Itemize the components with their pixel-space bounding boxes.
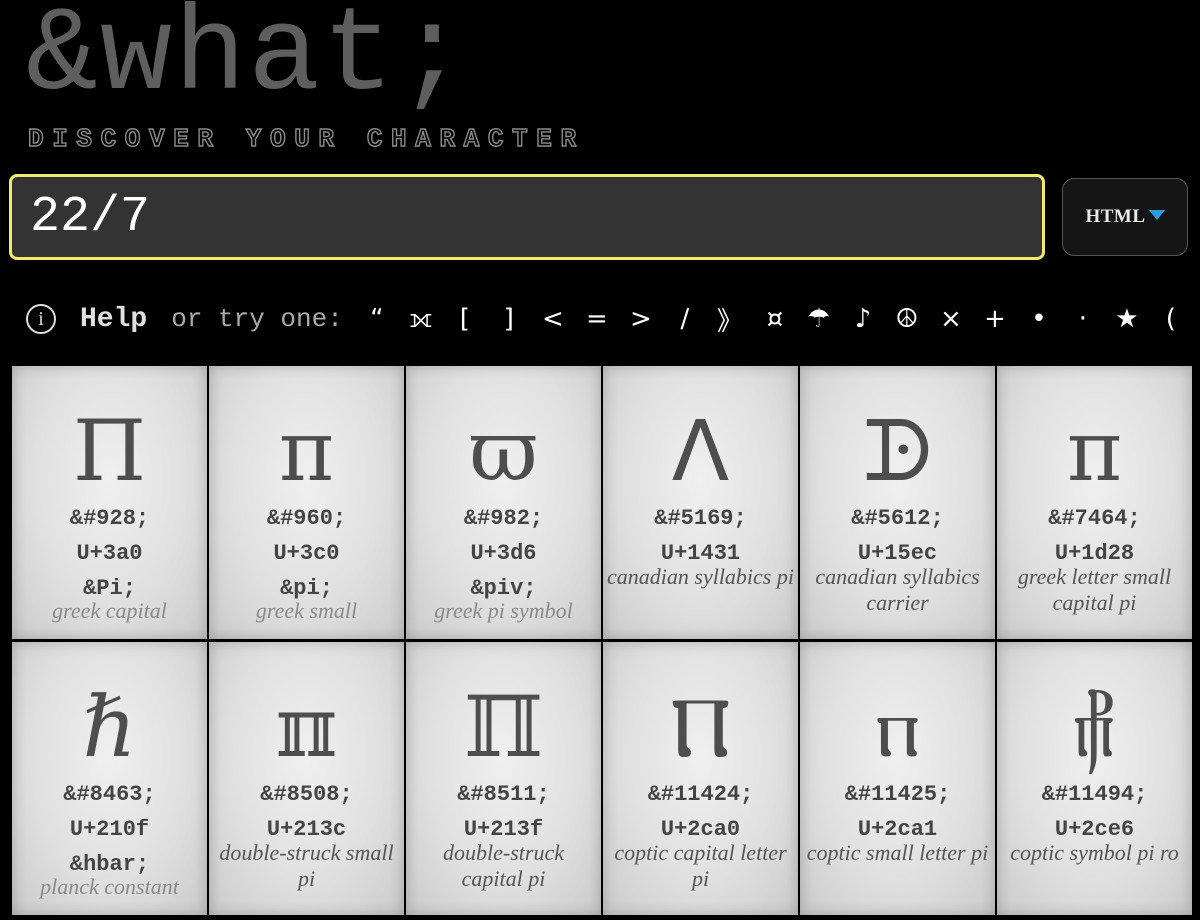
- suggestion-list: “ ⟗ [] < = > / 》 ¤ ☂ ♪ ☮ × + • · ★ (: [355, 301, 1193, 338]
- character-card[interactable]: ℏ &#8463; U+210f &hbar; planck constant: [12, 642, 207, 915]
- double-struck-small-pi-glyph: ℼ: [275, 678, 338, 776]
- character-description: coptic symbol pi ro: [1010, 840, 1179, 865]
- unicode-code: U+3d6: [470, 541, 537, 566]
- suggestion-char[interactable]: /: [673, 304, 697, 334]
- character-description: canadian syllabics pi: [607, 564, 794, 589]
- coptic-symbol-pi-ro-glyph: ⳦: [1073, 677, 1116, 776]
- suggestion-char[interactable]: “: [365, 304, 389, 334]
- character-card[interactable]: ⳦ &#11494; U+2ce6 coptic symbol pi ro: [997, 642, 1192, 915]
- character-card[interactable]: Π &#928; U+3a0 &Pi; greek capital: [12, 366, 207, 639]
- suggestion-char[interactable]: ·: [1071, 304, 1095, 334]
- coptic-small-pi-glyph: ⲡ: [875, 677, 920, 776]
- unicode-code: U+213f: [463, 817, 544, 842]
- character-card[interactable]: ϖ &#982; U+3d6 &piv; greek pi symbol: [406, 366, 601, 639]
- greek-small-pi-glyph: π: [278, 402, 335, 500]
- html-entity-code: &#8511;: [457, 782, 550, 807]
- try-one-label: or try one:: [171, 304, 343, 334]
- greek-capital-pi-glyph: Π: [72, 402, 147, 500]
- unicode-code: U+1431: [660, 541, 741, 566]
- suggestion-char[interactable]: ☂: [807, 304, 831, 334]
- character-card[interactable]: ᐱ &#5169; U+1431 canadian syllabics pi: [603, 366, 798, 639]
- greek-small-capital-pi-glyph: ᴨ: [1066, 402, 1123, 500]
- character-card[interactable]: ᴨ &#7464; U+1d28 greek letter small capital…: [997, 366, 1192, 639]
- unicode-code: U+3a0: [76, 541, 143, 566]
- planck-constant-glyph: ℏ: [82, 678, 137, 776]
- html-entity-code: &#8508;: [260, 782, 353, 807]
- unicode-code: U+2ce6: [1054, 817, 1135, 842]
- suggestion-char[interactable]: ☮: [895, 304, 919, 334]
- suggestion-char[interactable]: ×: [939, 304, 963, 334]
- site-logo[interactable]: &what;: [26, 0, 470, 122]
- suggestion-char[interactable]: ★: [1115, 304, 1139, 334]
- suggestion-char[interactable]: >: [629, 304, 653, 334]
- info-icon[interactable]: i: [26, 304, 56, 334]
- caret-down-icon: [1148, 210, 1165, 220]
- character-card[interactable]: π &#960; U+3c0 &pi; greek small: [209, 366, 404, 639]
- site-tagline: DISCOVER YOUR CHARACTER: [27, 123, 585, 154]
- suggestion-char[interactable]: (: [1159, 304, 1183, 334]
- search-box: [9, 174, 1045, 260]
- canadian-syllabics-carrier-pi-glyph: ᗬ: [862, 401, 933, 500]
- unicode-code: U+2ca1: [857, 817, 938, 842]
- html-entity-code: &#928;: [69, 506, 150, 531]
- character-description: double-struck capital pi: [443, 840, 564, 891]
- character-description: greek small: [255, 598, 358, 623]
- canadian-syllabics-pi-glyph: ᐱ: [671, 402, 730, 500]
- format-select-button[interactable]: HTML: [1062, 178, 1188, 256]
- character-description: greek pi symbol: [434, 598, 573, 623]
- coptic-capital-pi-glyph: Ⲡ: [670, 677, 731, 776]
- unicode-code: U+213c: [266, 817, 347, 842]
- suggestion-char[interactable]: =: [585, 304, 609, 334]
- character-description: greek letter small capital pi: [1017, 564, 1172, 615]
- suggestion-char[interactable]: ]: [497, 304, 521, 334]
- character-card[interactable]: ⲡ &#11425; U+2ca1 coptic small letter pi: [800, 642, 995, 915]
- character-description: double-struck small pi: [219, 840, 394, 891]
- double-struck-capital-pi-glyph: ℿ: [463, 678, 544, 776]
- html-entity-code: &#5612;: [851, 506, 944, 531]
- unicode-code: U+2ca0: [660, 817, 741, 842]
- unicode-code: U+210f: [69, 817, 150, 842]
- suggestion-char[interactable]: +: [983, 304, 1007, 334]
- unicode-code: U+3c0: [273, 541, 340, 566]
- html-entity-code: &#8463;: [63, 782, 156, 807]
- html-entity-code: &#11424;: [647, 782, 754, 807]
- character-description: planck constant: [40, 874, 179, 899]
- character-description: greek capital: [52, 598, 167, 623]
- greek-pi-symbol-glyph: ϖ: [469, 402, 538, 500]
- suggestion-char[interactable]: ¤: [763, 304, 787, 334]
- html-entity-code: &#982;: [463, 506, 544, 531]
- suggestion-char[interactable]: 》: [717, 301, 743, 338]
- character-card[interactable]: ℿ &#8511; U+213f double-struck capital pi: [406, 642, 601, 915]
- suggestion-char[interactable]: ⟗: [409, 304, 433, 335]
- suggestion-char[interactable]: <: [541, 304, 565, 334]
- unicode-code: U+1d28: [1054, 541, 1135, 566]
- unicode-code: U+15ec: [857, 541, 938, 566]
- help-link[interactable]: Help: [80, 304, 147, 335]
- search-input[interactable]: [12, 177, 1042, 257]
- html-entity-code: &#11494;: [1041, 782, 1148, 807]
- html-entity-code: &#7464;: [1048, 506, 1141, 531]
- character-description: canadian syllabics carrier: [815, 564, 980, 615]
- character-description: coptic capital letter pi: [614, 840, 787, 891]
- suggestion-char[interactable]: ♪: [851, 304, 875, 334]
- result-grid: Π &#928; U+3a0 &Pi; greek capital π &#960; U+3c…: [12, 366, 1192, 915]
- format-label: HTML: [1085, 206, 1146, 227]
- html-entity-code: &#960;: [266, 506, 347, 531]
- suggestion-char[interactable]: [: [453, 304, 477, 334]
- help-row: i Help or try one: “ ⟗ [] < = > / 》 ¤ ☂ ♪ ☮ × + • · ★ (: [26, 296, 1193, 342]
- suggestion-char[interactable]: •: [1027, 304, 1051, 334]
- character-card[interactable]: Ⲡ &#11424; U+2ca0 coptic capital letter pi: [603, 642, 798, 915]
- character-card[interactable]: ℼ &#8508; U+213c double-struck small pi: [209, 642, 404, 915]
- html-entity-code: &#11425;: [844, 782, 951, 807]
- character-card[interactable]: ᗬ &#5612; U+15ec canadian syllabics carrier: [800, 366, 995, 639]
- character-description: coptic small letter pi: [806, 840, 989, 865]
- html-entity-code: &#5169;: [654, 506, 747, 531]
